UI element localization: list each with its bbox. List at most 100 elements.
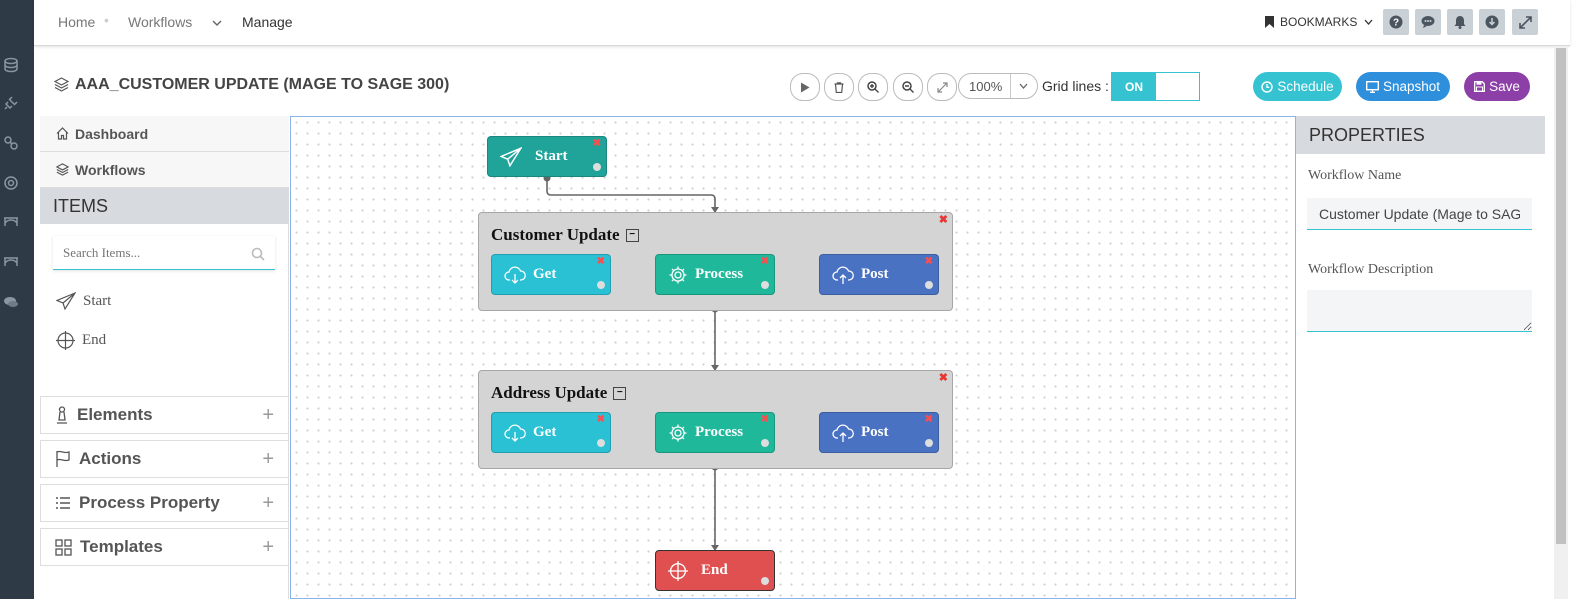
lifebuoy-icon[interactable] (3, 175, 19, 191)
end-node[interactable]: End (655, 550, 775, 591)
breadcrumb-home[interactable]: Home (58, 14, 95, 30)
monitor-icon (1365, 80, 1379, 93)
search-icon[interactable] (251, 247, 265, 261)
comments-button[interactable] (1415, 9, 1441, 35)
remove-icon[interactable]: ✖ (597, 414, 605, 425)
zoom-out-button[interactable] (893, 73, 923, 101)
group-title-text: Address Update (491, 383, 608, 402)
connector-port[interactable] (761, 439, 769, 447)
start-node[interactable]: Start ✖ (487, 136, 607, 177)
process-node[interactable]: Process ✖ (655, 254, 775, 295)
remove-icon[interactable]: ✖ (939, 371, 948, 384)
workflow-title: AAA_CUSTOMER UPDATE (MAGE TO SAGE 300) (75, 76, 450, 93)
item-end[interactable]: End (56, 331, 106, 350)
post-node[interactable]: Post ✖ (819, 254, 939, 295)
database-icon[interactable] (3, 57, 19, 73)
connector-port[interactable] (925, 281, 933, 289)
item-start-label: Start (83, 292, 112, 309)
get-node[interactable]: Get ✖ (491, 412, 611, 453)
grid-toggle-on: ON (1112, 73, 1156, 100)
remove-icon[interactable]: ✖ (593, 138, 601, 149)
collapse-icon[interactable]: − (613, 386, 627, 400)
plus-icon[interactable]: + (262, 448, 274, 471)
chevron-down-icon[interactable] (1364, 19, 1373, 26)
section-actions-label: Actions (79, 449, 142, 468)
zoom-in-button[interactable] (858, 73, 888, 101)
breadcrumb-workflows[interactable]: Workflows (128, 14, 192, 30)
connector-port[interactable] (597, 281, 605, 289)
workflow-description-label: Workflow Description (1308, 262, 1434, 277)
layers-icon (54, 77, 69, 92)
page-scrollbar[interactable] (1554, 46, 1568, 599)
fullscreen-button[interactable] (1512, 9, 1538, 35)
section-process-property[interactable]: Process Property + (40, 484, 289, 522)
list-icon (56, 497, 70, 509)
post-node[interactable]: Post ✖ (819, 412, 939, 453)
plus-icon[interactable]: + (262, 536, 274, 559)
grid-lines-toggle[interactable]: ON (1111, 72, 1200, 101)
collapse-icon[interactable]: − (625, 228, 639, 242)
schedule-button[interactable]: Schedule (1253, 72, 1342, 101)
remove-icon[interactable]: ✖ (597, 256, 605, 267)
play-icon (801, 82, 810, 92)
item-start[interactable]: Start (56, 292, 111, 310)
plug-icon[interactable] (3, 95, 19, 111)
paper-plane-icon (500, 146, 522, 167)
remove-icon[interactable]: ✖ (925, 414, 933, 425)
download-button[interactable] (1479, 9, 1505, 35)
remove-icon[interactable]: ✖ (925, 256, 933, 267)
zoom-select[interactable]: 100% (958, 73, 1038, 99)
schedule-label: Schedule (1277, 79, 1334, 94)
get-node[interactable]: Get ✖ (491, 254, 611, 295)
section-actions[interactable]: Actions + (40, 440, 289, 478)
bell-icon (1454, 16, 1466, 29)
section-templates-label: Templates (80, 537, 163, 556)
scrollbar-thumb[interactable] (1556, 48, 1566, 544)
nav-dashboard[interactable]: Dashboard (40, 116, 289, 152)
home-icon (56, 127, 69, 140)
remove-icon[interactable]: ✖ (761, 414, 769, 425)
connector-port[interactable] (761, 577, 769, 585)
workflow-canvas[interactable]: Start ✖ Customer Update − ✖ Get ✖ Process… (290, 116, 1296, 599)
section-templates[interactable]: Templates + (40, 528, 289, 566)
bridge-icon[interactable] (3, 213, 19, 229)
bookmarks-label[interactable]: BOOKMARKS (1280, 15, 1357, 29)
connector-port[interactable] (761, 281, 769, 289)
chevron-down-icon[interactable] (212, 19, 222, 27)
process-node[interactable]: Process ✖ (655, 412, 775, 453)
bridge-alt-icon[interactable] (3, 253, 19, 269)
workflow-description-field[interactable] (1307, 290, 1532, 332)
properties-header: PROPERTIES (1296, 116, 1545, 154)
run-button[interactable] (790, 73, 820, 101)
plus-icon[interactable]: + (262, 492, 274, 515)
item-end-label: End (82, 332, 107, 348)
workflow-name-field[interactable] (1307, 198, 1532, 230)
snapshot-button[interactable]: Snapshot (1356, 72, 1450, 101)
notifications-button[interactable] (1447, 9, 1473, 35)
remove-icon[interactable]: ✖ (761, 256, 769, 267)
delete-button[interactable] (824, 73, 854, 101)
breadcrumb-manage[interactable]: Manage (242, 14, 293, 30)
nav-dashboard-label: Dashboard (75, 125, 149, 142)
fit-screen-button[interactable] (927, 73, 957, 101)
clock-icon (1261, 80, 1274, 93)
connector-port[interactable] (597, 439, 605, 447)
group-title: Customer Update − (491, 225, 639, 245)
chevron-down-icon (1019, 83, 1028, 89)
help-button[interactable]: ? (1383, 9, 1409, 35)
plus-icon[interactable]: + (262, 404, 274, 427)
group-title-text: Customer Update (491, 225, 620, 244)
start-node-label: Start (535, 148, 568, 164)
layers-icon (56, 163, 69, 176)
remove-icon[interactable]: ✖ (939, 213, 948, 226)
chat-icon[interactable] (3, 294, 19, 310)
search-input[interactable] (61, 242, 245, 264)
grid-icon (55, 538, 72, 556)
save-button[interactable]: Save (1464, 72, 1530, 101)
end-node-label: End (701, 562, 728, 578)
link-icon[interactable] (3, 135, 19, 151)
connector-port[interactable] (593, 163, 601, 171)
section-elements[interactable]: Elements + (40, 396, 289, 434)
connector-port[interactable] (925, 439, 933, 447)
nav-workflows[interactable]: Workflows (40, 152, 289, 188)
